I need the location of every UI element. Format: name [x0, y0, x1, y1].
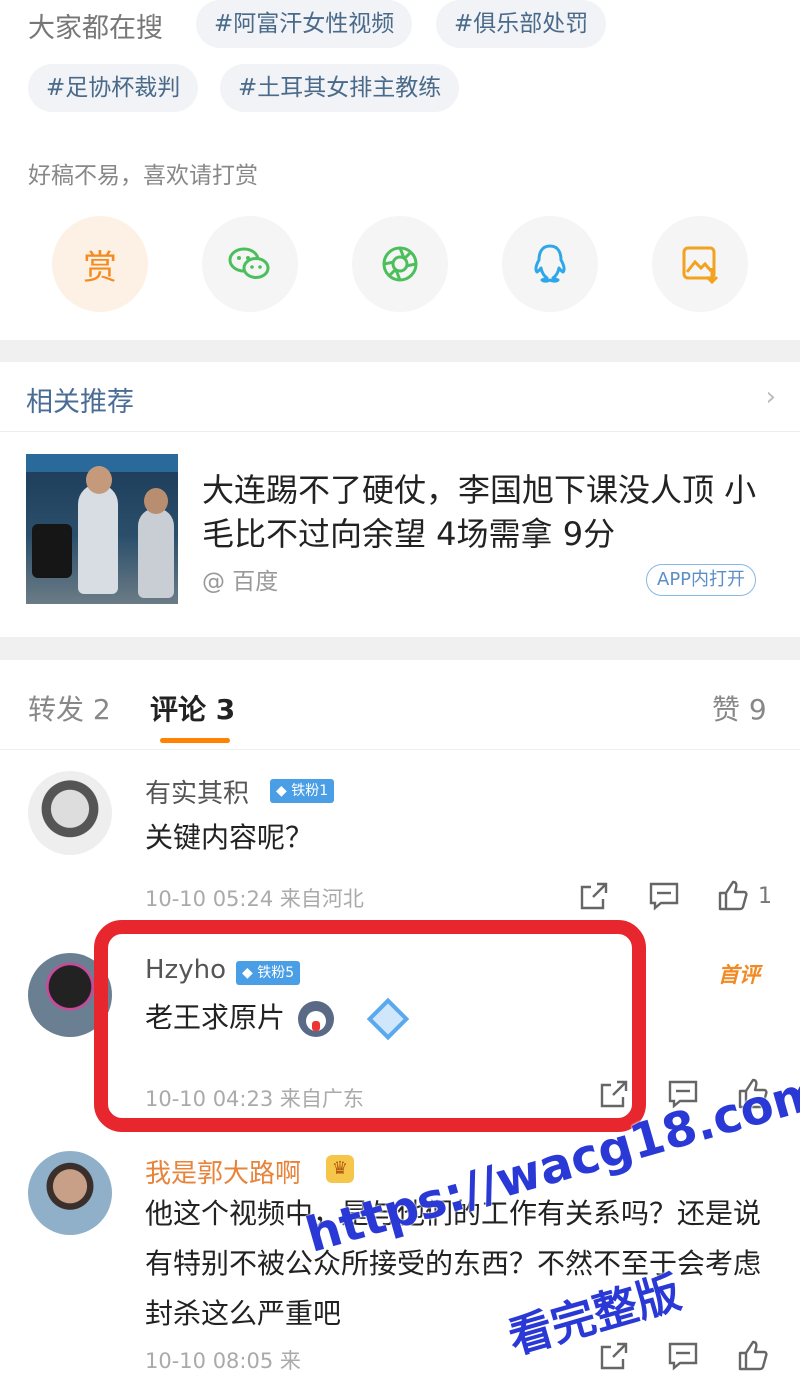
thumbs-up-icon — [738, 1340, 768, 1371]
like-count: 1 — [758, 884, 772, 909]
reply-button[interactable] — [647, 879, 681, 913]
comment-text: 关键内容呢？ — [145, 821, 314, 854]
comment-item: 有实其积 ◆ 铁粉1 关键内容呢？ 10-10 05:24 来自河北 1 — [0, 751, 800, 931]
share-qq-button[interactable] — [502, 216, 598, 312]
thumbs-up-icon — [718, 880, 748, 911]
chevron-right-icon: › — [765, 382, 776, 412]
comment-icon — [649, 882, 679, 911]
fan-badge: ◆ 铁粉1 — [270, 779, 335, 803]
related-header[interactable]: 相关推荐 › — [0, 362, 800, 432]
like-button[interactable] — [736, 1339, 770, 1373]
section-divider — [0, 637, 800, 660]
moments-icon — [382, 246, 418, 282]
reward-button[interactable]: 赏 — [52, 216, 148, 312]
share-wechat-button[interactable] — [202, 216, 298, 312]
save-image-button[interactable] — [652, 216, 748, 312]
section-divider — [0, 340, 800, 362]
active-tab-indicator — [160, 738, 230, 743]
comment-icon — [668, 1342, 698, 1371]
comment-meta: 10-10 08:05 来 — [145, 1349, 301, 1373]
share-button[interactable] — [597, 1339, 631, 1373]
article-thumbnail — [26, 454, 178, 604]
open-in-app-button[interactable]: APP内打开 — [646, 564, 757, 596]
share-button[interactable] — [577, 879, 611, 913]
article-title: 大连踢不了硬仗，李国旭下课没人顶 小毛比不过向余望 4场需拿 9分 — [202, 471, 757, 553]
hot-search-label: 大家都在搜 — [28, 13, 163, 44]
tab-repost[interactable]: 转发 2 — [28, 688, 111, 728]
related-article-card[interactable]: 大连踢不了硬仗，李国旭下课没人顶 小毛比不过向余望 4场需拿 9分 @ 百度 A… — [0, 432, 800, 637]
tab-likes[interactable]: 赞 9 — [712, 688, 767, 728]
comment-meta: 10-10 05:24 来自河北 — [145, 887, 364, 911]
vip-crown-icon: ♛ — [326, 1155, 354, 1183]
comment-username[interactable]: 有实其积 — [145, 773, 249, 810]
avatar[interactable] — [28, 1151, 112, 1235]
reward-label: 赏 — [83, 247, 117, 288]
comment-tabs: 转发 2 评论 3 赞 9 — [0, 660, 800, 750]
tab-comments[interactable]: 评论 3 — [150, 688, 235, 728]
hot-tag-3[interactable]: #足协杯裁判 — [28, 64, 199, 112]
comment-username[interactable]: 我是郭大路啊 — [145, 1153, 301, 1190]
share-icon — [600, 1342, 628, 1370]
wechat-icon — [228, 247, 270, 279]
share-moments-button[interactable] — [352, 216, 448, 312]
related-title: 相关推荐 — [26, 387, 134, 418]
avatar[interactable] — [28, 771, 112, 855]
hot-tag-2[interactable]: #俱乐部处罚 — [436, 0, 607, 48]
save-image-icon — [682, 246, 719, 285]
hot-tag-1[interactable]: #阿富汗女性视频 — [196, 0, 413, 48]
hot-tag-4[interactable]: #土耳其女排主教练 — [220, 64, 460, 112]
highlight-box — [94, 920, 646, 1132]
like-button[interactable] — [716, 879, 750, 913]
hot-search-section: 大家都在搜 #阿富汗女性视频 #俱乐部处罚 #足协杯裁判 #土耳其女排主教练 好… — [0, 0, 800, 340]
qq-icon — [534, 244, 566, 283]
article-source: @ 百度 — [202, 569, 279, 595]
reward-prompt: 好稿不易，喜欢请打赏 — [28, 163, 258, 189]
reply-button[interactable] — [666, 1339, 700, 1373]
first-comment-badge: 首评 — [718, 963, 760, 987]
share-icon — [580, 882, 608, 910]
